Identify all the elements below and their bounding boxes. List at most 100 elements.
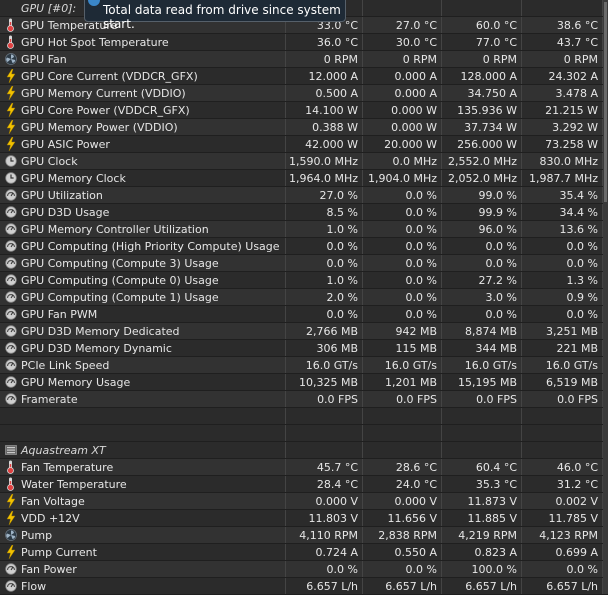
current-value: 12.000 A <box>286 68 363 84</box>
tooltip: Total data read from drive since system … <box>84 0 346 31</box>
gauge-icon <box>4 256 17 270</box>
sensor-row-gpu-computing-compute-1-usage[interactable]: GPU Computing (Compute 1) Usage 2.0 % 0.0 … <box>0 289 608 306</box>
minimum-value <box>363 425 442 441</box>
sensor-row-gpu-computing-high-priority-compute-usage[interactable]: GPU Computing (High Priority Compute) Us… <box>0 238 608 255</box>
lightning-icon <box>4 511 17 525</box>
maximum-value: 0.0 % <box>442 238 522 254</box>
sensor-row-gpu-d3d-memory-dynamic[interactable]: GPU D3D Memory Dynamic 306 MB 115 MB 344 MB… <box>0 340 608 357</box>
gauge-icon <box>4 205 17 219</box>
maximum-value: 77.0 °C <box>442 34 522 50</box>
sensor-label: GPU Computing (High Priority Compute) Us… <box>21 240 280 253</box>
average-value: 0.0 % <box>522 255 603 271</box>
sensor-row-gpu-utilization[interactable]: GPU Utilization 27.0 % 0.0 % 99.0 % 35.4 % <box>0 187 608 204</box>
maximum-value: 3.0 % <box>442 289 522 305</box>
sensor-label: Fan Voltage <box>21 495 85 508</box>
maximum-value: 37.734 W <box>442 119 522 135</box>
sensor-name-cell: GPU Core Power (VDDCR_GFX) <box>0 102 286 118</box>
sensor-row-gpu-fan-pwm[interactable]: GPU Fan PWM 0.0 % 0.0 % 0.0 % 0.0 % <box>0 306 608 323</box>
current-value: 0.0 FPS <box>286 391 363 407</box>
average-value: 221 MB <box>522 340 603 356</box>
thermometer-icon <box>4 477 17 491</box>
gauge-icon <box>4 273 17 287</box>
maximum-value: 99.0 % <box>442 187 522 203</box>
sensor-label: GPU Computing (Compute 3) Usage <box>21 257 219 270</box>
maximum-value: 15,195 MB <box>442 374 522 390</box>
sensor-row-fan-power[interactable]: Fan Power 0.0 % 0.0 % 100.0 % 0.0 % <box>0 561 608 578</box>
sensor-row-gpu-computing-compute-0-usage[interactable]: GPU Computing (Compute 0) Usage 1.0 % 0.0 … <box>0 272 608 289</box>
current-value: 0.000 V <box>286 493 363 509</box>
minimum-value: 0.000 A <box>363 85 442 101</box>
sensor-name-cell: GPU D3D Memory Dynamic <box>0 340 286 356</box>
sensor-row-gpu-computing-compute-3-usage[interactable]: GPU Computing (Compute 3) Usage 0.0 % 0.0 … <box>0 255 608 272</box>
average-value: 0.0 % <box>522 238 603 254</box>
scrollbar-thumb[interactable] <box>604 2 607 202</box>
minimum-value: 28.6 °C <box>363 459 442 475</box>
current-value: 27.0 % <box>286 187 363 203</box>
sensor-row-framerate[interactable]: Framerate 0.0 FPS 0.0 FPS 0.0 FPS 0.0 FPS <box>0 391 608 408</box>
sensor-row-pump-current[interactable]: Pump Current 0.724 A 0.550 A 0.823 A 0.699 A <box>0 544 608 561</box>
sensor-label: GPU Fan <box>21 53 67 66</box>
minimum-value: 0.0 % <box>363 187 442 203</box>
current-value: 10,325 MB <box>286 374 363 390</box>
average-value: 830.0 MHz <box>522 153 603 169</box>
minimum-value: 0.0 % <box>363 289 442 305</box>
sensor-name-cell: Fan Voltage <box>0 493 286 509</box>
average-value: 13.6 % <box>522 221 603 237</box>
clock-icon <box>4 171 17 185</box>
sensor-name-cell: GPU Computing (Compute 0) Usage <box>0 272 286 288</box>
sensor-row-gpu-d3d-memory-dedicated[interactable]: GPU D3D Memory Dedicated 2,766 MB 942 MB 8,… <box>0 323 608 340</box>
sensor-row-gpu-memory-clock[interactable]: GPU Memory Clock 1,964.0 MHz 1,904.0 MHz 2,… <box>0 170 608 187</box>
sensor-name-cell: GPU D3D Memory Dedicated <box>0 323 286 339</box>
sensor-name-cell: GPU D3D Usage <box>0 204 286 220</box>
maximum-value: 96.0 % <box>442 221 522 237</box>
maximum-value: 11.885 V <box>442 510 522 526</box>
maximum-value: 0.0 % <box>442 255 522 271</box>
sensor-row-water-temperature[interactable]: Water Temperature 28.4 °C 24.0 °C 35.3 °C 31… <box>0 476 608 493</box>
fan-icon <box>4 52 17 66</box>
sensor-row-gpu-memory-usage[interactable]: GPU Memory Usage 10,325 MB 1,201 MB 15,195 … <box>0 374 608 391</box>
sensor-name-cell: GPU Memory Power (VDDIO) <box>0 119 286 135</box>
sensor-name-cell: GPU Memory Usage <box>0 374 286 390</box>
info-icon <box>88 0 100 6</box>
sensor-name-cell: VDD +12V <box>0 510 286 526</box>
sensor-row-gpu-fan[interactable]: GPU Fan 0 RPM 0 RPM 0 RPM 0 RPM <box>0 51 608 68</box>
sensor-row-gpu-memory-power-vddio[interactable]: GPU Memory Power (VDDIO) 0.388 W 0.000 W 37… <box>0 119 608 136</box>
lightning-icon <box>4 494 17 508</box>
sensor-row-fan-voltage[interactable]: Fan Voltage 0.000 V 0.000 V 11.873 V 0.002 V <box>0 493 608 510</box>
sensor-name-cell: GPU Core Current (VDDCR_GFX) <box>0 68 286 84</box>
sensor-label: GPU Computing (Compute 0) Usage <box>21 274 219 287</box>
minimum-value: 30.0 °C <box>363 34 442 50</box>
sensor-name-cell: GPU Hot Spot Temperature <box>0 34 286 50</box>
sensor-row-gpu-memory-current-vddio[interactable]: GPU Memory Current (VDDIO) 0.500 A 0.000 A… <box>0 85 608 102</box>
current-value: 1.0 % <box>286 272 363 288</box>
maximum-value: 0.0 FPS <box>442 391 522 407</box>
sensor-row-gpu-core-current-vddcr-gfx[interactable]: GPU Core Current (VDDCR_GFX) 12.000 A 0.00… <box>0 68 608 85</box>
current-value: 6.657 L/h <box>286 578 363 594</box>
sensor-row-pump[interactable]: Pump 4,110 RPM 2,838 RPM 4,219 RPM 4,123 RPM <box>0 527 608 544</box>
sensor-row-flow[interactable]: Flow 6.657 L/h 6.657 L/h 6.657 L/h 6.657 L/h <box>0 578 608 595</box>
sensor-row-gpu-core-power-vddcr-gfx[interactable]: GPU Core Power (VDDCR_GFX) 14.100 W 0.000 … <box>0 102 608 119</box>
sensor-name-cell: GPU Memory Current (VDDIO) <box>0 85 286 101</box>
sensor-label: GPU Memory Current (VDDIO) <box>21 87 186 100</box>
current-value: 0.724 A <box>286 544 363 560</box>
sensor-label: GPU Core Current (VDDCR_GFX) <box>21 70 198 83</box>
sensor-name-cell: GPU Memory Controller Utilization <box>0 221 286 237</box>
blank-row[interactable] <box>0 425 608 442</box>
average-value: 21.215 W <box>522 102 603 118</box>
sensor-row-fan-temperature[interactable]: Fan Temperature 45.7 °C 28.6 °C 60.4 °C 46.0… <box>0 459 608 476</box>
section-header-aquastream-xt[interactable]: Aquastream XT <box>0 442 608 459</box>
sensor-row-gpu-d3d-usage[interactable]: GPU D3D Usage 8.5 % 0.0 % 99.9 % 34.4 % <box>0 204 608 221</box>
average-value: 6,519 MB <box>522 374 603 390</box>
maximum-value: 6.657 L/h <box>442 578 522 594</box>
average-value: 0.002 V <box>522 493 603 509</box>
sensor-row-pcie-link-speed[interactable]: PCIe Link Speed 16.0 GT/s 16.0 GT/s 16.0 GT… <box>0 357 608 374</box>
sensor-row-gpu-hot-spot-temperature[interactable]: GPU Hot Spot Temperature 36.0 °C 30.0 °C 77… <box>0 34 608 51</box>
minimum-value: 11.656 V <box>363 510 442 526</box>
blank-row[interactable] <box>0 408 608 425</box>
sensor-row-gpu-clock[interactable]: GPU Clock 1,590.0 MHz 0.0 MHz 2,552.0 MHz 83… <box>0 153 608 170</box>
sensor-row-gpu-memory-controller-utilization[interactable]: GPU Memory Controller Utilization 1.0 % 0.… <box>0 221 608 238</box>
sensor-name-cell: GPU Utilization <box>0 187 286 203</box>
current-value: 0.500 A <box>286 85 363 101</box>
sensor-row-gpu-asic-power[interactable]: GPU ASIC Power 42.000 W 20.000 W 256.000 W7… <box>0 136 608 153</box>
sensor-row-vdd-12v[interactable]: VDD +12V 11.803 V 11.656 V 11.885 V 11.785 V <box>0 510 608 527</box>
